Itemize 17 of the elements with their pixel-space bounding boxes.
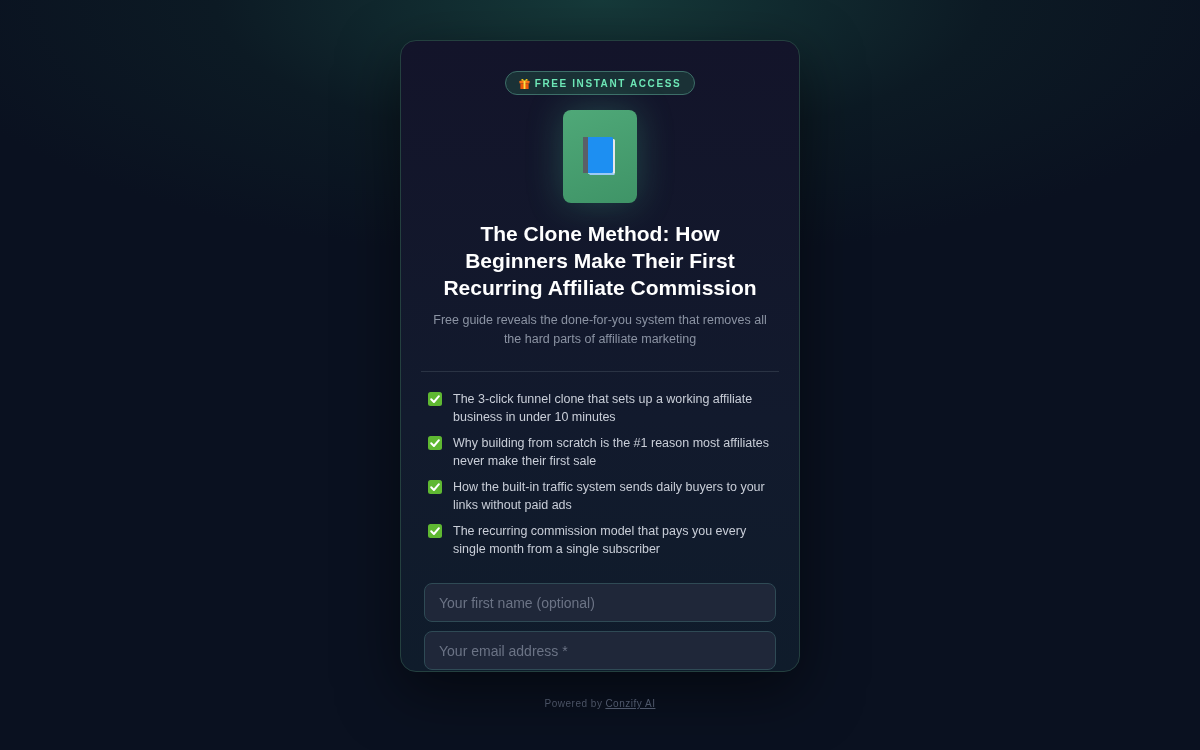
benefit-text: The 3-click funnel clone that sets up a working affiliate business in under 10 minutes [453, 391, 754, 426]
benefit-text: The recurring commission model that pays you every single month from a single subscriber [453, 523, 748, 558]
badge-label: FREE INSTANT ACCESS [534, 76, 682, 91]
book-icon [582, 136, 618, 177]
benefit-text: Why building from scratch is the #1 reason most affiliates never make their first sale [453, 435, 770, 470]
check-icon [428, 480, 442, 494]
input-field[interactable]: Your first name (optional) [424, 583, 776, 622]
subtitle: Free guide reveals the done-for-you system that removes all the hard parts of affiliate marketing [432, 312, 768, 348]
powered-by-text: Powered by [544, 697, 603, 711]
footer-link[interactable]: Conzify AI [605, 696, 656, 711]
page-title: The Clone Method: How Beginners Make Their First Recurring Affiliate Commission [442, 221, 758, 301]
check-icon [428, 392, 442, 406]
check-icon [428, 436, 442, 450]
benefit-text: How the built-in traffic system sends daily buyers to your links without paid ads [453, 479, 766, 514]
gift-icon [518, 77, 530, 89]
input-field[interactable]: Your email address * [424, 631, 776, 670]
check-icon [428, 524, 442, 538]
